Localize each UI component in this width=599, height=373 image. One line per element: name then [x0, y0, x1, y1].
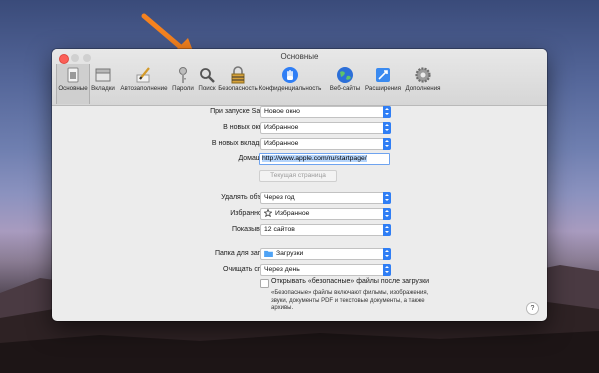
tab-label: Дополнения — [405, 85, 441, 92]
popup-chevron-icon — [383, 138, 391, 150]
tab-label: Поиск — [198, 85, 216, 92]
new-tabs-popup[interactable]: Избранное — [260, 138, 391, 150]
popup-chevron-icon — [383, 264, 391, 276]
homepage-field[interactable]: http://www.apple.com/ru/startpage/ — [259, 153, 390, 165]
folder-icon — [264, 250, 273, 257]
help-button[interactable]: ? — [526, 302, 539, 315]
popup-value: 12 сайтов — [264, 226, 295, 233]
title-bar-toolbar: Основные Основные Вкладки Автозаполнение — [52, 49, 547, 106]
tab-privacy[interactable]: Конфиденциальность — [258, 64, 322, 104]
favorites-shows-popup[interactable]: Избранное — [260, 208, 391, 220]
top-sites-popup[interactable]: 12 сайтов — [260, 224, 391, 236]
tab-label: Основные — [58, 85, 88, 92]
tab-label: Автозаполнение — [120, 85, 168, 92]
tab-security[interactable]: Безопасность — [218, 64, 258, 104]
open-safe-files-label: Открывать «безопасные» файлы после загру… — [271, 278, 430, 285]
popup-value: Избранное — [264, 124, 299, 131]
tab-label: Конфиденциальность — [258, 85, 322, 92]
popup-value: Избранное — [275, 210, 310, 217]
key-icon — [179, 67, 187, 83]
star-icon — [264, 209, 272, 218]
general-switch-icon — [67, 67, 79, 83]
popup-value: Новое окно — [264, 108, 300, 115]
popup-chevron-icon — [383, 106, 391, 118]
tab-autofill[interactable]: Автозаполнение — [118, 64, 170, 104]
open-safe-files-checkbox[interactable] — [260, 279, 269, 288]
magnifier-icon — [200, 68, 215, 83]
popup-chevron-icon — [383, 248, 391, 260]
popup-value: Через день — [264, 266, 300, 273]
remove-history-popup[interactable]: Через год — [260, 192, 391, 204]
pencil-autofill-icon — [136, 67, 150, 83]
preferences-window: Основные Основные Вкладки Автозаполнение — [52, 49, 547, 321]
popup-value: Загрузки — [276, 250, 304, 257]
tab-general[interactable]: Основные — [56, 64, 90, 104]
privacy-hand-icon — [282, 67, 298, 83]
gear-icon — [415, 67, 431, 83]
tab-label: Пароли — [172, 85, 194, 92]
on-launch-popup[interactable]: Новое окно — [260, 106, 391, 118]
lock-icon — [231, 66, 245, 84]
window-title: Основные — [280, 52, 319, 61]
popup-chevron-icon — [383, 122, 391, 134]
homepage-value: http://www.apple.com/ru/startpage/ — [262, 155, 367, 162]
puzzle-icon — [376, 68, 390, 82]
tab-websites[interactable]: Веб-сайты — [326, 64, 364, 104]
globe-icon — [337, 67, 353, 83]
current-page-button[interactable]: Текущая страница — [259, 170, 337, 182]
safe-files-note: «Безопасные» файлы включают фильмы, изоб… — [271, 290, 429, 311]
popup-value: Избранное — [264, 140, 299, 147]
tab-search[interactable]: Поиск — [196, 64, 218, 104]
popup-chevron-icon — [383, 208, 391, 220]
tab-extensions[interactable]: Расширения — [364, 64, 402, 104]
tab-tabs[interactable]: Вкладки — [88, 64, 118, 104]
new-windows-popup[interactable]: Избранное — [260, 122, 391, 134]
tab-advanced[interactable]: Дополнения — [404, 64, 442, 104]
clear-downloads-popup[interactable]: Через день — [260, 264, 391, 276]
download-folder-popup[interactable]: Загрузки — [260, 248, 391, 260]
popup-chevron-icon — [383, 224, 391, 236]
popup-chevron-icon — [383, 192, 391, 204]
tab-label: Веб-сайты — [329, 85, 361, 92]
tab-label: Вкладки — [91, 85, 115, 92]
general-preferences-pane: При запуске Safari открывать: Новое окно… — [52, 106, 547, 321]
tab-label: Безопасность — [218, 85, 258, 92]
tab-label: Расширения — [365, 85, 401, 92]
popup-value: Через год — [264, 194, 295, 201]
tab-passwords[interactable]: Пароли — [170, 64, 196, 104]
tabs-icon — [95, 68, 111, 82]
